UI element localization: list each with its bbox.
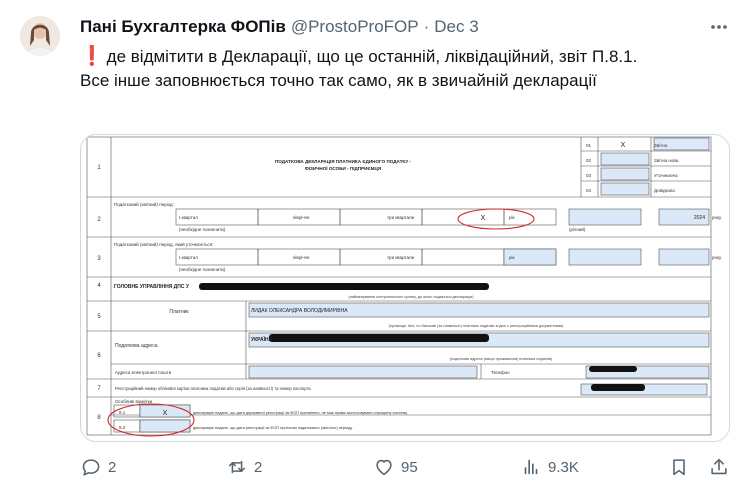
row2-mark: X [481, 215, 486, 222]
row3-cell-3: три квартали [387, 255, 415, 260]
row5-value: ЛИДАК ОЛЕКСАНДРА ВОЛОДИМИРІВНА [251, 308, 348, 314]
row2-year: 2024 [694, 215, 705, 221]
row8-item-1-text: декларацію подано, що дата державної реє… [193, 410, 407, 415]
form-type-code-1: 01 [586, 143, 592, 148]
row8-label: Особливі відмітки [115, 399, 153, 404]
post-date[interactable]: Dec 3 [434, 17, 478, 37]
tweet-text: ❗ де відмітити в Декларації, що це останн… [80, 45, 735, 93]
tweet-line-1-text: де відмітити в Декларації, що це останні… [106, 47, 638, 66]
reply-count: 2 [108, 458, 117, 476]
repost-count: 2 [254, 458, 263, 476]
row3-year-suffix: року [712, 255, 722, 260]
form-type-mark: X [621, 142, 626, 149]
row2-cell-1: I квартал [179, 215, 198, 220]
row2-year-suffix: року [712, 215, 722, 220]
share-button[interactable] [708, 454, 730, 480]
action-bar: 2 2 95 9.3K [80, 454, 736, 480]
header-separator: · [423, 17, 430, 36]
form-type-label-1: Звітна [654, 143, 668, 148]
declaration-form: 1 2 3 4 5 6 7 8 ПОДАТКОВА ДЕКЛАРАЦІЯ ПЛА… [81, 135, 729, 441]
more-icon [711, 25, 727, 29]
reply-button[interactable]: 2 [80, 454, 116, 480]
avatar[interactable] [20, 16, 60, 56]
like-button[interactable]: 95 [373, 454, 418, 480]
row4-sub: (найменування контролюючого органу, до я… [349, 295, 475, 299]
form-type-label-2: Звітна нова [654, 158, 679, 163]
more-options-button[interactable] [707, 15, 731, 39]
row3-cell-2: півріччя [293, 255, 310, 260]
exclamation-icon: ❗ [80, 46, 104, 67]
reply-icon [82, 459, 100, 476]
row6-sub: (податкова адреса (місце проживання) пла… [450, 357, 553, 361]
views-icon [524, 459, 538, 475]
author-name[interactable]: Пані Бухгалтерка ФОПів [80, 17, 286, 37]
form-type-code-3: 03 [586, 173, 592, 178]
row2-cell-4: рік [509, 215, 515, 220]
share-icon [711, 458, 727, 475]
row3-label: Податковий (звітний) період, який уточню… [114, 241, 213, 247]
row3-sub-left: (необхідне позначити) [179, 267, 226, 272]
bookmark-icon [673, 459, 685, 476]
row6-label: Податкова адреса [115, 343, 158, 349]
tweet-line-2: Все інше заповнюється точно так само, як… [80, 71, 597, 90]
row2-cell-2: півріччя [293, 215, 310, 220]
form-type-code-4: 04 [586, 188, 592, 193]
row2-cell-3: три квартали [387, 215, 415, 220]
heart-icon [376, 459, 392, 476]
row7-label: Реєстраційний номер облікової картки пла… [115, 386, 311, 391]
row4-label: ГОЛОВНЕ УПРАВЛІННЯ ДПС У [114, 284, 190, 290]
views-button[interactable]: 9.3K [520, 454, 579, 480]
avatar-photo [20, 16, 60, 56]
repost-button[interactable]: 2 [226, 454, 262, 480]
row8-item-1-mark: X [163, 410, 168, 417]
form-title-line-2: ФІЗИЧНОЇ ОСОБИ - ПІДПРИЄМЦЯ [305, 165, 381, 171]
row6-country: УКРАЇНА [251, 336, 273, 343]
row3-cell-1: I квартал [179, 255, 198, 260]
row8-item-2-text: декларацію подано, що дата реєстрації як… [193, 425, 352, 430]
form-type-label-4: Довідково [654, 188, 675, 193]
row5-sub: (прізвище, ім'я, по батькові (за наявнос… [389, 324, 565, 328]
like-count: 95 [401, 458, 418, 476]
row8-item-2-code: 8.2 [119, 425, 126, 430]
row3-cell-4: рік [509, 255, 515, 260]
attached-image[interactable]: 1 2 3 4 5 6 7 8 ПОДАТКОВА ДЕКЛАРАЦІЯ ПЛА… [80, 134, 730, 442]
row2-label: Податковий (звітний) період: [114, 201, 174, 207]
tweet-line-1: ❗ де відмітити в Декларації, що це останн… [80, 45, 735, 69]
form-type-code-2: 02 [586, 158, 592, 163]
author-handle[interactable]: @ProstoProFOP [291, 17, 419, 37]
tweet-header: Пані Бухгалтерка ФОПів @ProstoProFOP · D… [80, 17, 479, 37]
row5-label: Платник [169, 309, 189, 315]
row6-phone-label: Телефон [491, 370, 510, 375]
row2-sub-right: (річний) [569, 226, 586, 232]
bookmark-button[interactable] [668, 454, 690, 480]
row2-sub-left: (необхідне позначити) [179, 227, 226, 232]
form-type-label-3: Уточнююча [654, 173, 678, 178]
form-title-line-1: ПОДАТКОВА ДЕКЛАРАЦІЯ ПЛАТНИКА ЄДИНОГО ПО… [275, 159, 412, 164]
row6-email-label: Адреса електронної пошти [115, 370, 172, 375]
row8-item-1-code: 8.1 [119, 410, 126, 415]
repost-icon [228, 460, 246, 474]
views-count: 9.3K [548, 458, 579, 476]
